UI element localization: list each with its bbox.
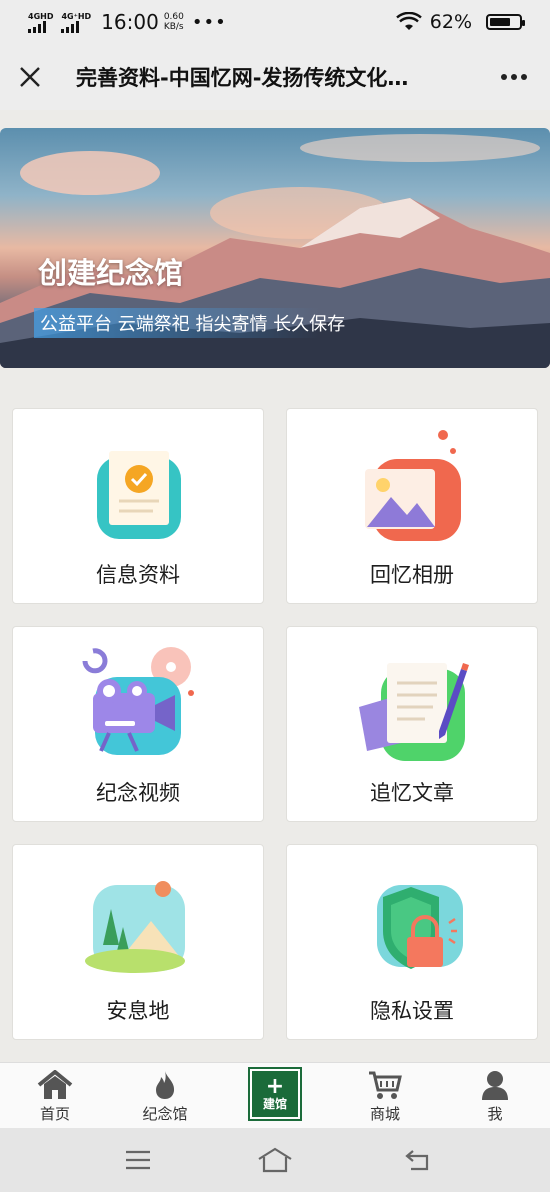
close-button[interactable] (0, 44, 60, 110)
tab-build-hall[interactable]: + 建馆 (220, 1063, 330, 1129)
user-icon (482, 1071, 508, 1100)
card-resting-place[interactable]: 安息地 (12, 844, 264, 1040)
tab-me[interactable]: 我 (440, 1063, 550, 1129)
home-icon (37, 1070, 73, 1099)
card-video[interactable]: 纪念视频 (12, 626, 264, 822)
shield-lock-icon (377, 885, 463, 969)
landscape-icon (85, 881, 185, 973)
banner-title: 创建纪念馆 (38, 256, 184, 290)
system-navigation-bar (0, 1128, 550, 1192)
tab-label: 我 (487, 1105, 503, 1123)
tab-label: 纪念馆 (142, 1105, 188, 1123)
signal-bars-icon (28, 20, 46, 33)
page-title: 完善资料-中国忆网-发扬传统文化… (76, 66, 409, 90)
cart-icon (369, 1071, 402, 1099)
signal-1: 4GHD (28, 12, 53, 33)
signal-1-label: 4GHD (28, 11, 54, 21)
status-bar: 4GHD 4G⁺HD 16:00 0.60 KB/s ••• 62% (0, 0, 550, 44)
more-dots-icon (501, 74, 527, 80)
tab-mall[interactable]: 商城 (330, 1063, 440, 1129)
article-pen-icon (359, 663, 469, 761)
battery-icon (486, 14, 525, 30)
signal-2: 4G⁺HD (61, 12, 91, 33)
card-label: 隐私设置 (370, 999, 454, 1023)
clock: 16:00 (101, 10, 159, 34)
card-album[interactable]: 回忆相册 (286, 408, 538, 604)
back-system-button[interactable] (398, 1144, 438, 1176)
card-label: 回忆相册 (370, 563, 454, 587)
wifi-icon (395, 12, 422, 30)
banner-subtitle: 公益平台 云端祭祀 指尖寄情 长久保存 (34, 308, 352, 338)
more-menu-button[interactable] (478, 44, 550, 110)
card-privacy[interactable]: 隐私设置 (286, 844, 538, 1040)
tab-memorial-hall[interactable]: 纪念馆 (110, 1063, 220, 1129)
card-label: 信息资料 (96, 563, 180, 587)
menu-lines-icon (126, 1150, 150, 1170)
card-label: 追忆文章 (370, 781, 454, 805)
close-icon (20, 67, 40, 87)
card-label: 安息地 (106, 999, 170, 1023)
speed-unit: KB/s (163, 22, 184, 32)
back-arrow-icon (405, 1150, 429, 1171)
tab-label: 商城 (369, 1105, 400, 1123)
more-notifications-icon: ••• (191, 11, 227, 33)
speed-value: 0.60 (163, 12, 184, 22)
certificate-icon (97, 451, 181, 539)
bottom-tab-bar: 首页 纪念馆 + 建馆 商城 我 (0, 1062, 550, 1128)
photo-album-icon (365, 430, 461, 541)
card-info[interactable]: 信息资料 (12, 408, 264, 604)
card-article[interactable]: 追忆文章 (286, 626, 538, 822)
battery-percent: 62% (429, 11, 472, 33)
build-label: 建馆 (262, 1097, 287, 1111)
home-system-button[interactable] (255, 1144, 295, 1176)
network-speed: 0.60 KB/s (164, 12, 184, 32)
recent-apps-button[interactable] (118, 1144, 158, 1176)
plus-icon: + (265, 1074, 285, 1099)
video-camera-icon (82, 647, 194, 755)
create-memorial-banner[interactable]: 创建纪念馆 公益平台 云端祭祀 指尖寄情 长久保存 (0, 128, 550, 368)
signal-2-label: 4G⁺HD (61, 11, 92, 21)
tab-label: 首页 (39, 1105, 70, 1123)
tab-home[interactable]: 首页 (0, 1063, 110, 1129)
signal-bars-icon (61, 20, 80, 33)
flame-icon (156, 1071, 175, 1099)
build-hall-button[interactable]: + 建馆 (248, 1067, 302, 1121)
home-outline-icon (258, 1147, 292, 1173)
card-label: 纪念视频 (96, 781, 180, 805)
title-bar: 完善资料-中国忆网-发扬传统文化… (0, 44, 550, 110)
